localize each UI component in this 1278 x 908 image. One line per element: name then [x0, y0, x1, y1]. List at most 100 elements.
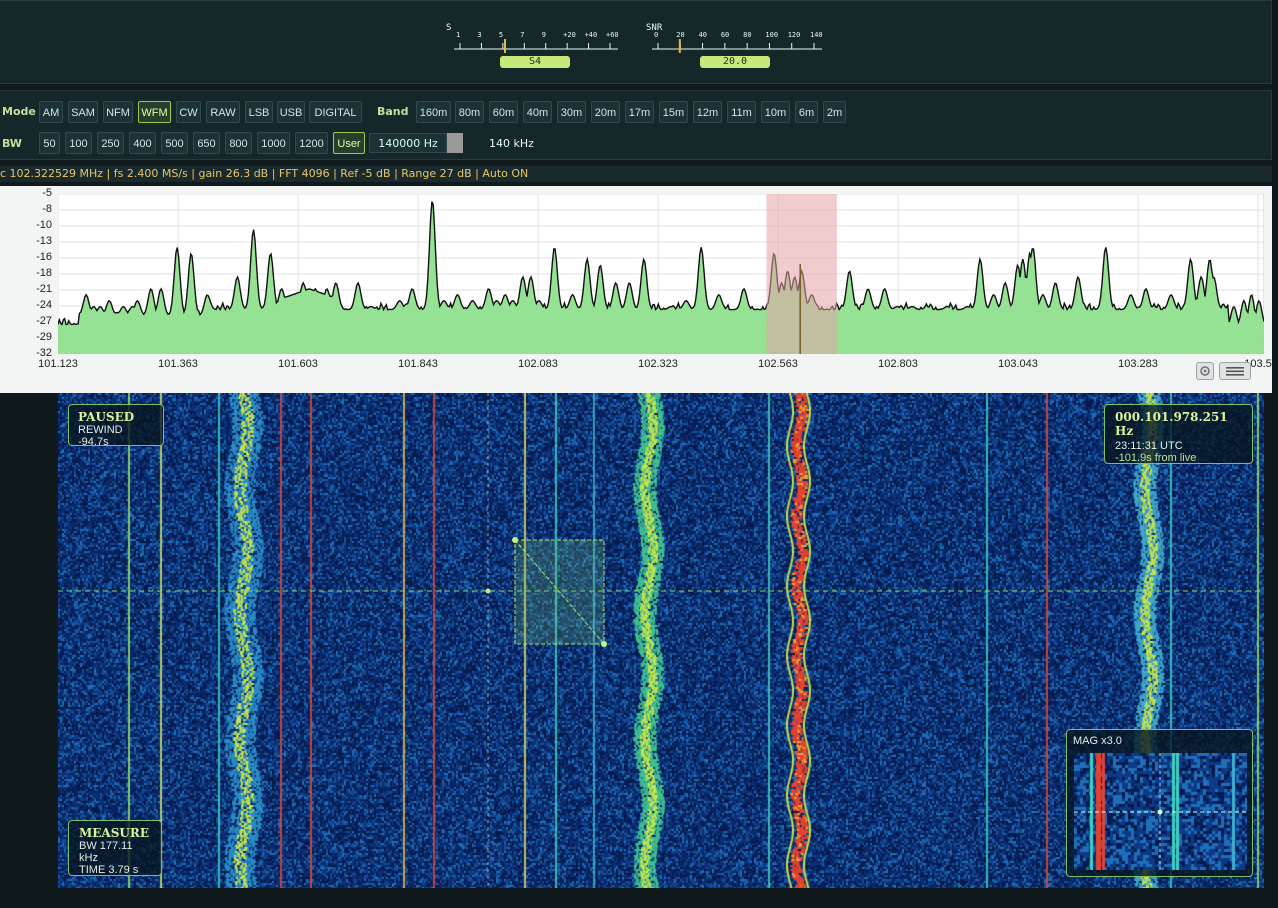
snr-meter-scale: 0 20 40 60 80 100 120 140 [652, 29, 823, 57]
bw-slider-handle[interactable] [447, 133, 463, 153]
band-30m-button[interactable]: 30m [557, 101, 586, 123]
y-tick-label: -5 [42, 187, 52, 199]
band-17m-button[interactable]: 17m [625, 101, 654, 123]
menu-icon[interactable] [1219, 362, 1251, 380]
magnifier-crosshair [1074, 753, 1247, 870]
cursor-readout: 000.101.978.251 Hz 23:11:31 UTC -101.9s … [1104, 404, 1253, 464]
band-2m-button[interactable]: 2m [823, 101, 846, 123]
paused-title: PAUSED [78, 410, 135, 424]
waterfall-display[interactable]: PAUSED REWIND -94.7s 000.101.978.251 Hz … [58, 393, 1264, 888]
cursor-frequency: 000.101.978.251 Hz [1115, 410, 1228, 438]
band-60m-button[interactable]: 60m [489, 101, 518, 123]
spectrum-panel: -5 -8 -10 -13 -16 -18 -21 -24 -27 -29 -32 101.123 1… [0, 186, 1272, 393]
meter-tick-label: +40 [584, 31, 598, 39]
bw-650-button[interactable]: 650 [193, 132, 220, 154]
x-tick-label: 101.363 [158, 358, 198, 370]
bw-1000-button[interactable]: 1000 [257, 132, 290, 154]
bw-500-button[interactable]: 500 [161, 132, 188, 154]
y-tick-label: -10 [36, 219, 52, 231]
bw-100-button[interactable]: 100 [65, 132, 92, 154]
meter-tick-label: 3 [477, 31, 482, 39]
bw-label: BW [2, 137, 22, 150]
x-tick-label: 102.083 [518, 358, 558, 370]
spectrum-x-axis: 101.123 101.363 101.603 101.843 102.083 102.3… [0, 358, 1272, 374]
meter-tick-label: 60 [720, 31, 730, 39]
mode-am-button[interactable]: AM [39, 101, 63, 123]
meter-tick-label: 140 [810, 31, 823, 39]
x-tick-label: 101.843 [398, 358, 438, 370]
band-15m-button[interactable]: 15m [659, 101, 688, 123]
measure-handle-start [512, 537, 518, 543]
y-tick-label: -21 [36, 283, 52, 295]
mode-nfm-button[interactable]: NFM [103, 101, 133, 123]
x-tick-label: 101.603 [278, 358, 318, 370]
x-tick-label: 102.563 [758, 358, 798, 370]
measure-handle-end [601, 641, 607, 647]
band-80m-button[interactable]: 80m [455, 101, 484, 123]
measure-title: MEASURE [79, 826, 149, 840]
band-12m-button[interactable]: 12m [693, 101, 722, 123]
s-meter-value: S4 [500, 56, 570, 68]
bw-readout: 140 kHz [489, 137, 534, 150]
mode-cw-button[interactable]: CW [176, 101, 201, 123]
band-10m-button[interactable]: 10m [761, 101, 790, 123]
measure-time: TIME 3.79 s [79, 864, 139, 876]
spectrum-plot[interactable] [58, 194, 1264, 354]
meter-tick-label: 9 [541, 31, 546, 39]
x-tick-label: 101.123 [38, 358, 78, 370]
meter-tick-label: 40 [698, 31, 707, 39]
mode-label: Mode [2, 105, 36, 118]
magnifier-panel[interactable]: MAG x3.0 [1066, 729, 1253, 877]
band-6m-button[interactable]: 6m [795, 101, 818, 123]
meter-tick-label: 0 [654, 31, 659, 39]
y-tick-label: -24 [36, 299, 52, 311]
meter-tick-label: 7 [520, 31, 525, 39]
y-tick-label: -16 [36, 251, 52, 263]
band-20m-button[interactable]: 20m [591, 101, 620, 123]
controls-panel: Mode Band BW AM SAM NFM WFM CW RAW LSB U… [0, 90, 1272, 160]
x-tick-label: 103.283 [1118, 358, 1158, 370]
paused-overlay: PAUSED REWIND -94.7s [68, 404, 164, 448]
status-bar: c 102.322529 MHz | fs 2.400 MS/s | gain … [0, 166, 1272, 182]
x-tick-label: 103.043 [998, 358, 1038, 370]
band-label: Band [377, 105, 409, 118]
bw-hz-input[interactable]: 140000 Hz [369, 133, 447, 153]
band-40m-button[interactable]: 40m [523, 101, 552, 123]
band-160m-button[interactable]: 160m [416, 101, 451, 123]
mode-digital-button[interactable]: DIGITAL [309, 101, 362, 123]
meter-tick-label: 120 [787, 31, 801, 39]
cursor-time: 23:11:31 UTC [1115, 440, 1183, 452]
y-tick-label: -27 [36, 315, 52, 327]
settings-icon[interactable] [1196, 362, 1214, 380]
mode-wfm-button[interactable]: WFM [138, 101, 171, 123]
x-tick-label: 102.323 [638, 358, 678, 370]
snr-meter: SNR 0 20 40 60 80 100 120 140 20.0 [646, 21, 836, 71]
meter-tick-label: 1 [456, 31, 461, 39]
mode-lsb-button[interactable]: LSB [245, 101, 273, 123]
bw-400-button[interactable]: 400 [129, 132, 156, 154]
mode-sam-button[interactable]: SAM [68, 101, 98, 123]
meter-tick-label: 20 [676, 31, 685, 39]
cursor-point [485, 588, 491, 594]
bw-50-button[interactable]: 50 [39, 132, 60, 154]
mode-raw-button[interactable]: RAW [206, 101, 240, 123]
y-tick-label: -18 [36, 267, 52, 279]
mode-usb-button[interactable]: USB [277, 101, 305, 123]
x-tick-label: 102.803 [878, 358, 918, 370]
s-meter-scale: 1 3 5 7 9 +20 +40 +60 [454, 29, 624, 57]
measure-bandwidth: BW 177.11 kHz [79, 840, 133, 864]
y-tick-label: -13 [36, 235, 52, 247]
bw-800-button[interactable]: 800 [225, 132, 252, 154]
bw-user-button[interactable]: User [333, 132, 365, 154]
s-meter-title: S [446, 23, 452, 33]
bw-1200-button[interactable]: 1200 [295, 132, 328, 154]
y-tick-label: -8 [42, 203, 52, 215]
magnifier-title: MAG x3.0 [1073, 735, 1122, 747]
y-tick-label: -29 [36, 331, 52, 343]
cursor-from-live: -101.9s from live [1115, 452, 1197, 464]
bw-250-button[interactable]: 250 [97, 132, 124, 154]
passband-highlight [766, 194, 837, 354]
band-11m-button[interactable]: 11m [727, 101, 756, 123]
meter-tick-label: +60 [606, 31, 619, 39]
meter-tick-label: 100 [765, 31, 779, 39]
